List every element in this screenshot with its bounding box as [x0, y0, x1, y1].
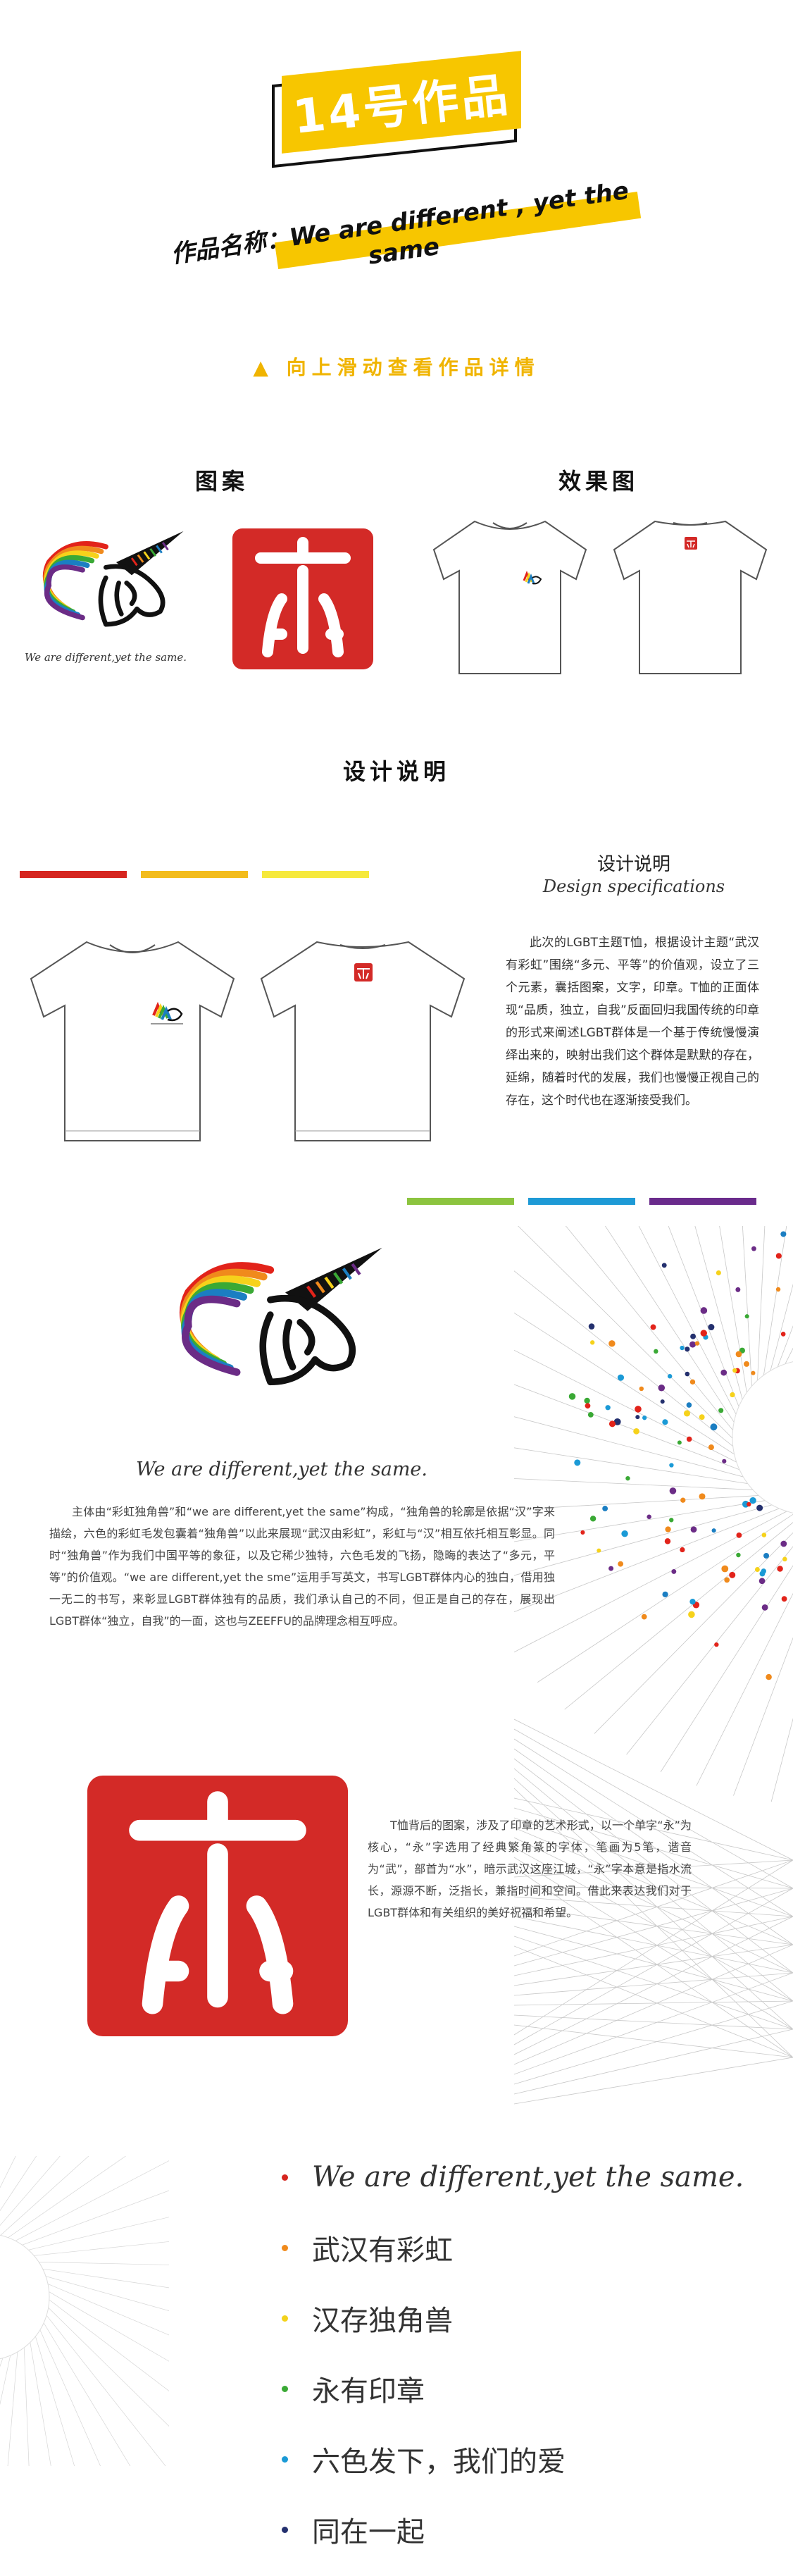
- tshirt-front-icon: [432, 520, 587, 674]
- bottom-bar-purple: [649, 1198, 756, 1205]
- geometric-net-decoration: [514, 1226, 793, 2105]
- design-heading: 设计说明: [597, 854, 670, 875]
- unicorn-large-icon: [180, 1247, 382, 1386]
- effect-shirt-back: [606, 509, 775, 685]
- unicorn-description: 主体由“彩虹独角兽”和“we are different,yet the sam…: [49, 1505, 555, 1628]
- unicorn-icon: [42, 531, 184, 627]
- top-bar-red: [20, 871, 127, 878]
- work-number-badge: 14号作品: [268, 51, 528, 168]
- bullet-dot-icon: [282, 2174, 288, 2181]
- effect-label: 效果图: [558, 468, 639, 495]
- work-title-block: 作品名称：We are different , yet the same: [148, 177, 655, 271]
- effect-shirt-front: [425, 509, 594, 685]
- swipe-up-hint[interactable]: ▲ 向上滑动查看作品详情: [0, 352, 793, 380]
- bullet-dot-icon: [282, 2385, 288, 2392]
- bottom-bar-green: [407, 1198, 514, 1205]
- pattern-label: 图案: [194, 468, 249, 495]
- top-bar-yellow: [262, 871, 369, 878]
- tshirt-front-large-icon: [30, 941, 235, 1141]
- tshirt-back-icon: [613, 520, 768, 674]
- bullet-dot-icon: [282, 2315, 288, 2322]
- unicorn-logo-small: [28, 525, 204, 631]
- design-subheading: Design specifications: [542, 877, 725, 896]
- top-bar-orange: [141, 871, 248, 878]
- design-shirt-back: [250, 927, 475, 1152]
- slogan-item-5: 六色发下，我们的爱: [282, 2424, 775, 2494]
- seal-description: T恤背后的图案，涉及了印章的艺术形式，以一个单字“永”为核心，“永”字选用了经典…: [368, 1819, 692, 1919]
- design-note-label: 设计说明: [342, 758, 450, 785]
- geometric-net-left-decoration: [0, 2156, 169, 2466]
- work-title: 作品名称：We are different , yet the same: [169, 176, 631, 271]
- bullet-dot-icon: [282, 2456, 288, 2463]
- seal-logo-large: [87, 1776, 348, 2036]
- tshirt-back-large-icon: [260, 941, 466, 1141]
- slogan-item-6: 同在一起: [282, 2494, 775, 2565]
- bullet-dot-icon: [282, 2526, 288, 2533]
- bullet-dot-icon: [282, 2244, 288, 2251]
- slogan-item-3: 汉存独角兽: [282, 2283, 775, 2353]
- slogan-list: We are different,yet the same. 武汉有彩虹 汉存独…: [282, 2142, 775, 2565]
- unicorn-logo-large: [158, 1240, 412, 1437]
- design-paragraph: 此次的LGBT主题T恤，根据设计主题“武汉有彩虹”围绕“多元、平等”的价值观，设…: [506, 936, 759, 1108]
- slogan-item-1: We are different,yet the same.: [282, 2142, 775, 2212]
- slogan-item-2: 武汉有彩虹: [282, 2212, 775, 2283]
- seal-logo-small: [232, 528, 373, 669]
- unicorn-caption-small: We are different,yet the same.: [25, 651, 187, 664]
- bottom-bar-blue: [528, 1198, 635, 1205]
- slogan-item-4: 永有印章: [282, 2353, 775, 2424]
- unicorn-caption-large: We are different,yet the same.: [136, 1459, 427, 1480]
- seal-yong-large-icon: [129, 1791, 306, 2014]
- seal-yong-icon: [255, 537, 351, 657]
- design-shirt-front: [20, 927, 245, 1152]
